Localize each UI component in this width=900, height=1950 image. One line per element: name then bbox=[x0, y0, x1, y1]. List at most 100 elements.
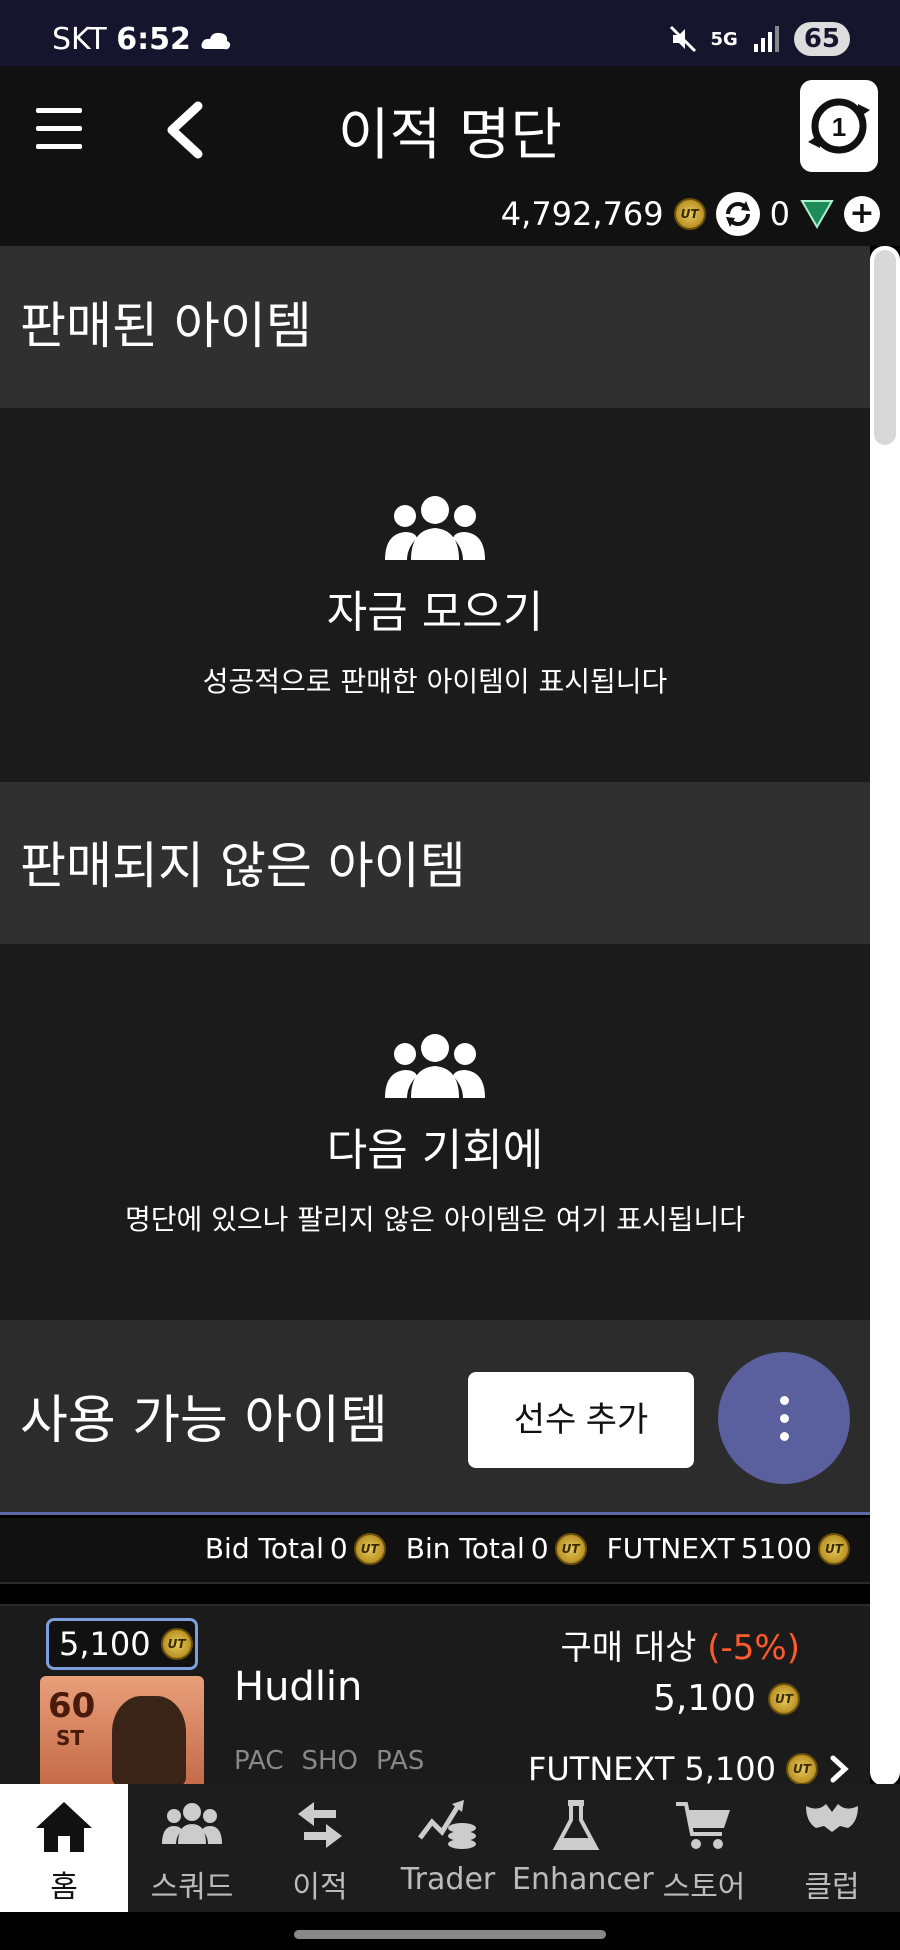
nav-label: 홈 bbox=[50, 1870, 78, 1905]
cart-icon bbox=[676, 1802, 730, 1849]
totals-bar: Bid Total 0 UT Bin Total 0 UT FUTNEXT 51… bbox=[0, 1518, 870, 1584]
buy-target-label: 구매 대상 bbox=[560, 1628, 697, 1668]
status-time: 6:52 bbox=[116, 22, 191, 57]
available-items-header: 사용 가능 아이템 선수 추가 bbox=[0, 1320, 870, 1515]
list-item[interactable]: 5,100 UT 60 ST Hudlin PAC SHO PAS 구매 대상 … bbox=[0, 1604, 870, 1788]
unsold-items-empty: 다음 기회에 명단에 있으나 팔리지 않은 아이템은 여기 표시됩니다 bbox=[0, 944, 870, 1320]
nav-item-enhancer[interactable]: Enhancer bbox=[512, 1784, 654, 1912]
futnext-total: FUTNEXT 5100 UT bbox=[607, 1532, 850, 1565]
nav-item-squad[interactable]: 스쿼드 bbox=[128, 1784, 256, 1912]
bid-total-value: 0 bbox=[329, 1532, 348, 1565]
nav-item-club[interactable]: 클럽 bbox=[768, 1784, 896, 1912]
available-items-title: 사용 가능 아이템 bbox=[20, 1391, 388, 1451]
player-rating: 60 bbox=[48, 1686, 96, 1726]
status-carrier: SKT 6:52 bbox=[52, 22, 232, 57]
app-header: 이적 명단 1 4,792,769 UT 0 + bbox=[0, 66, 900, 246]
svg-text:1: 1 bbox=[832, 112, 846, 142]
player-position: ST bbox=[56, 1726, 85, 1750]
sold-items-title: 판매된 아이템 bbox=[20, 297, 312, 355]
futnext-total-label: FUTNEXT bbox=[606, 1532, 735, 1565]
nav-label: 클럽 bbox=[804, 1870, 860, 1905]
carrier-name: SKT bbox=[52, 22, 107, 57]
nav-item-home[interactable]: 홈 bbox=[0, 1784, 128, 1912]
price-tag: 5,100 UT bbox=[46, 1618, 198, 1670]
nav-label: 스토어 bbox=[662, 1870, 746, 1905]
nav-label: Enhancer bbox=[512, 1862, 654, 1897]
cloud-icon bbox=[201, 32, 231, 49]
sold-empty-desc: 성공적으로 판매한 아이템이 표시됩니다 bbox=[202, 665, 668, 698]
bid-total-label: Bid Total bbox=[204, 1532, 324, 1565]
coin-balance: 4,792,769 bbox=[500, 195, 664, 233]
status-icons: 5G 65 bbox=[669, 22, 850, 56]
add-points-button[interactable]: + bbox=[844, 196, 880, 232]
player-card[interactable]: 60 ST bbox=[40, 1676, 204, 1786]
scrollbar-thumb[interactable] bbox=[874, 250, 896, 445]
unsold-empty-title: 다음 기회에 bbox=[326, 1125, 544, 1176]
futnext-total-value: 5100 bbox=[740, 1532, 812, 1565]
add-player-button[interactable]: 선수 추가 bbox=[468, 1372, 694, 1468]
page-title: 이적 명단 bbox=[338, 103, 562, 168]
nav-item-transfer[interactable]: 이적 bbox=[256, 1784, 384, 1912]
stat-labels: PAC SHO PAS bbox=[234, 1746, 424, 1776]
mute-icon bbox=[669, 25, 696, 53]
coin-icon: UT bbox=[554, 1532, 587, 1565]
buy-price-value: 5,100 bbox=[652, 1678, 756, 1719]
home-indicator[interactable] bbox=[294, 1930, 606, 1939]
bid-total: Bid Total 0 UT bbox=[205, 1532, 386, 1565]
battery-indicator: 65 bbox=[793, 22, 850, 56]
status-bar: SKT 6:52 5G 65 bbox=[0, 0, 900, 66]
futnext-value: 5,100 bbox=[684, 1750, 776, 1788]
price-tag-value: 5,100 bbox=[59, 1625, 151, 1663]
points-balance: 0 bbox=[769, 195, 790, 233]
scrollbar-track[interactable] bbox=[870, 246, 900, 1786]
people-icon bbox=[385, 496, 485, 560]
coin-icon: UT bbox=[768, 1682, 800, 1715]
bin-total-label: Bin Total bbox=[405, 1532, 525, 1565]
sync-badge[interactable]: 1 bbox=[800, 80, 878, 172]
transfer-icon bbox=[298, 1802, 342, 1848]
sold-empty-title: 자금 모으기 bbox=[326, 587, 544, 638]
coin-icon: UT bbox=[353, 1532, 386, 1565]
chevron-right-icon bbox=[830, 1755, 849, 1783]
coin-icon: UT bbox=[818, 1532, 850, 1565]
coin-icon: UT bbox=[673, 198, 706, 230]
stat-label: SHO bbox=[301, 1746, 359, 1776]
coin-icon: UT bbox=[160, 1628, 193, 1660]
enhancer-icon bbox=[552, 1800, 600, 1850]
bottom-nav: 홈 스쿼드 이적 Trader Enhancer 스토어 클럽 bbox=[0, 1784, 900, 1912]
buy-price: 5,100 UT bbox=[653, 1678, 800, 1719]
nav-label: Trader bbox=[400, 1862, 496, 1897]
buy-target: 구매 대상 (-5%) bbox=[561, 1620, 801, 1669]
bin-total: Bin Total 0 UT bbox=[406, 1532, 587, 1565]
club-icon bbox=[806, 1804, 858, 1832]
fc-points-icon bbox=[800, 200, 834, 229]
stat-label: PAS bbox=[376, 1746, 425, 1776]
player-portrait bbox=[112, 1696, 186, 1786]
sync-icon: 1 bbox=[808, 98, 870, 154]
bin-total-value: 0 bbox=[530, 1532, 549, 1565]
coin-icon: UT bbox=[786, 1753, 818, 1785]
more-options-button[interactable] bbox=[718, 1352, 850, 1484]
nav-item-trader[interactable]: Trader bbox=[384, 1784, 512, 1912]
sold-items-empty: 자금 모으기 성공적으로 판매한 아이템이 표시됩니다 bbox=[0, 408, 870, 782]
stat-label: PAC bbox=[234, 1746, 284, 1776]
buy-discount: (-5%) bbox=[707, 1628, 800, 1668]
squad-icon bbox=[162, 1803, 222, 1844]
futnext-price[interactable]: FUTNEXT 5,100 UT bbox=[528, 1750, 850, 1788]
futnext-label: FUTNEXT bbox=[527, 1750, 675, 1788]
currency-bar: 4,792,769 UT 0 + bbox=[501, 192, 880, 236]
sold-items-header: 판매된 아이템 bbox=[0, 246, 870, 408]
refresh-icon[interactable] bbox=[715, 192, 760, 236]
home-icon bbox=[36, 1802, 92, 1852]
people-icon bbox=[385, 1034, 485, 1098]
network-label: 5G bbox=[710, 28, 738, 50]
player-name: Hudlin bbox=[234, 1664, 363, 1710]
unsold-items-header: 판매되지 않은 아이템 bbox=[0, 782, 870, 944]
nav-label: 이적 bbox=[292, 1870, 348, 1905]
signal-icon bbox=[753, 26, 779, 52]
nav-label: 스쿼드 bbox=[150, 1870, 234, 1905]
unsold-empty-desc: 명단에 있으나 팔리지 않은 아이템은 여기 표시됩니다 bbox=[124, 1203, 746, 1236]
nav-item-store[interactable]: 스토어 bbox=[640, 1784, 768, 1912]
trader-icon bbox=[418, 1800, 476, 1849]
unsold-items-title: 판매되지 않은 아이템 bbox=[20, 837, 466, 895]
